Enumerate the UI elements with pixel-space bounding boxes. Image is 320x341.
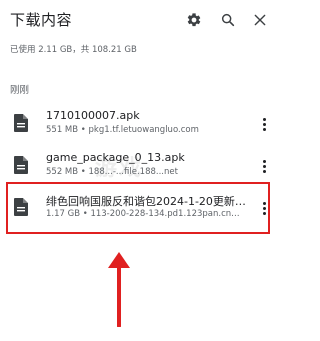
settings-button[interactable] [184, 10, 204, 30]
more-vert-icon [262, 117, 266, 121]
more-options-button[interactable] [259, 156, 269, 176]
storage-usage: 已使用 2.11 GB，共 108.21 GB [10, 45, 137, 55]
file-icon [14, 114, 28, 132]
search-button[interactable] [218, 10, 238, 30]
highlight-box [6, 182, 270, 234]
arrow-up-icon [108, 252, 130, 327]
close-button[interactable] [250, 10, 270, 30]
search-icon [221, 13, 235, 27]
gear-icon [187, 13, 201, 27]
download-item-name: game_package_0_13.apk [46, 151, 185, 164]
download-item[interactable]: game_package_0_13.apk 552 MB • 188...-..… [0, 148, 281, 186]
download-item-name: 1710100007.apk [46, 109, 140, 122]
page-title: 下载内容 [10, 11, 73, 29]
close-icon [254, 14, 266, 26]
download-item-meta: 552 MB • 188...-...file.188...net [46, 167, 178, 177]
section-header-recent: 刚刚 [10, 85, 30, 96]
more-vert-icon [262, 159, 266, 163]
file-icon [14, 156, 28, 174]
download-item-meta: 551 MB • pkg1.tf.letuowangluo.com [46, 125, 199, 135]
more-options-button[interactable] [259, 114, 269, 134]
top-app-bar: 下载内容 [0, 0, 281, 42]
download-item[interactable]: 1710100007.apk 551 MB • pkg1.tf.letuowan… [0, 106, 281, 144]
